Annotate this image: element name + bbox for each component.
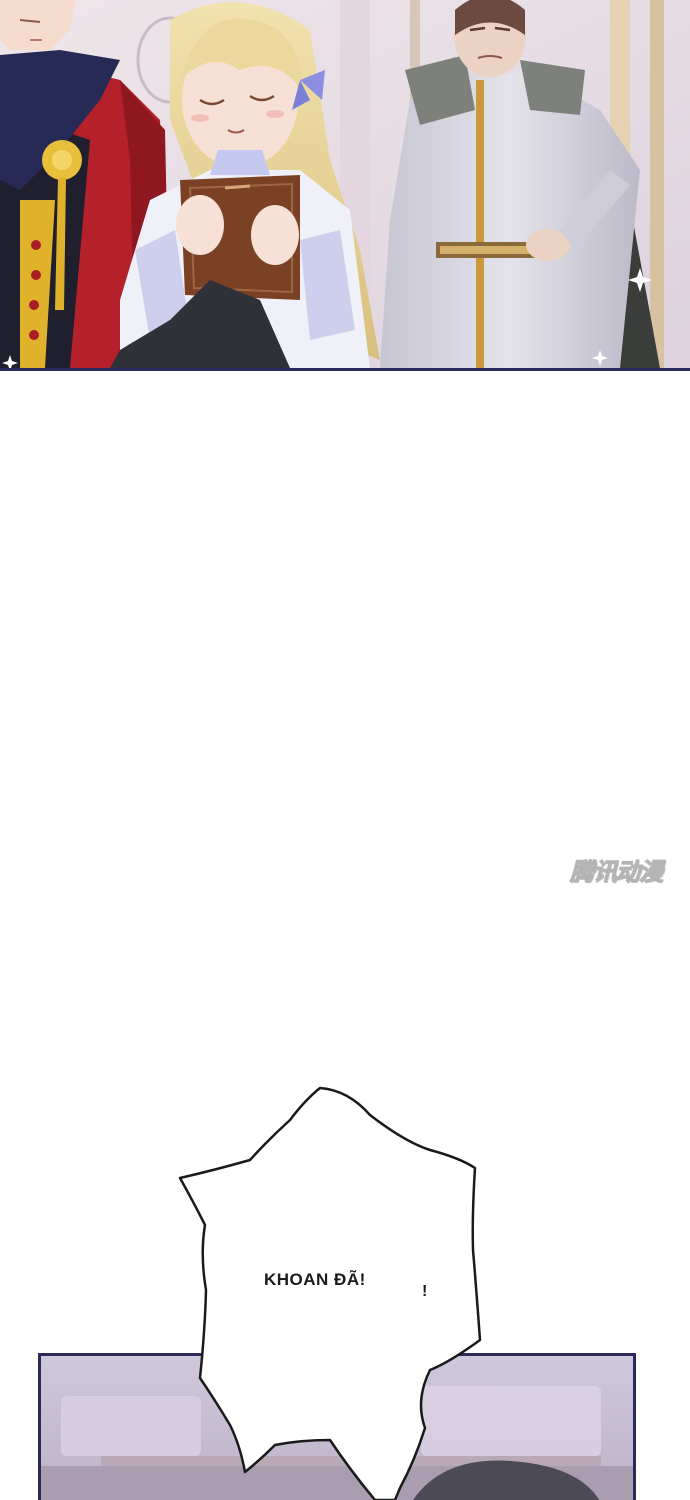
watermark-text: 腾讯动漫 (570, 858, 664, 887)
speech-bubble-exclamation: ! (422, 1283, 428, 1300)
comic-strip: 腾讯动漫 KHOAN ĐÃ! ! (0, 0, 690, 1500)
top-panel (0, 0, 690, 371)
speech-bubble-text: KHOAN ĐÃ! (264, 1270, 366, 1289)
speech-bubble (178, 1086, 482, 1500)
background-pillar-gold (650, 0, 664, 368)
top-panel-illustration (0, 0, 690, 368)
